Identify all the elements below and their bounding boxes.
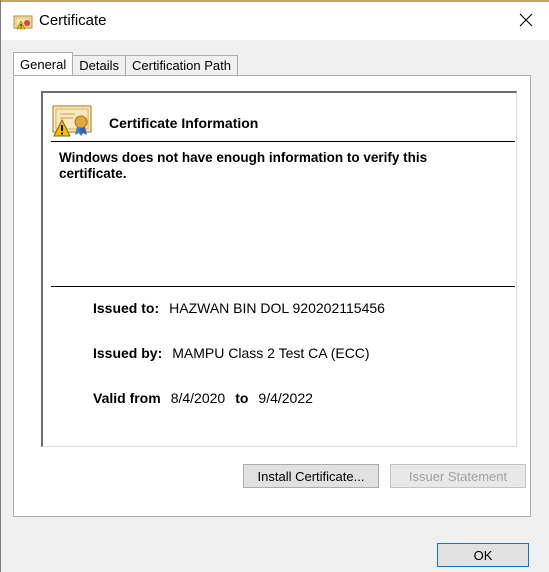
issued-to-value: HAZWAN BIN DOL 920202115456 (169, 300, 385, 316)
issued-by-value: MAMPU Class 2 Test CA (ECC) (172, 345, 370, 361)
certificate-info-heading: Certificate Information (109, 115, 259, 131)
close-icon (519, 13, 533, 30)
general-tab-panel: Certificate Information Windows does not… (13, 75, 531, 517)
issued-by-row: Issued by: MAMPU Class 2 Test CA (ECC) (93, 345, 370, 361)
valid-to-label: to (235, 390, 249, 406)
close-button[interactable] (509, 6, 543, 36)
issued-by-label: Issued by: (93, 345, 163, 361)
validity-row: Valid from 8/4/2020 to 9/4/2022 (93, 390, 313, 406)
certificate-dialog: Certificate General Details Certificatio… (0, 0, 549, 572)
ok-button[interactable]: OK (437, 543, 529, 567)
valid-to-value: 9/4/2022 (258, 390, 313, 406)
tab-details[interactable]: Details (72, 55, 126, 75)
certificate-warning-icon (13, 14, 33, 30)
divider (51, 141, 515, 142)
divider (51, 286, 515, 287)
certificate-warning-icon (51, 103, 93, 137)
verification-warning: Windows does not have enough information… (59, 150, 428, 181)
install-certificate-button[interactable]: Install Certificate... (243, 464, 379, 488)
window-title: Certificate (39, 12, 107, 29)
tab-certification-path[interactable]: Certification Path (125, 55, 238, 75)
certificate-info-box: Certificate Information Windows does not… (41, 91, 517, 447)
issuer-statement-button: Issuer Statement (390, 464, 526, 488)
valid-from-value: 8/4/2020 (170, 390, 226, 406)
title-bar: Certificate (1, 0, 549, 40)
issued-to-label: Issued to: (93, 300, 160, 316)
tab-general[interactable]: General (13, 52, 74, 75)
valid-from-label: Valid from (93, 390, 161, 406)
issued-to-row: Issued to: HAZWAN BIN DOL 920202115456 (93, 300, 385, 316)
tab-strip: General Details Certification Path (13, 52, 238, 75)
